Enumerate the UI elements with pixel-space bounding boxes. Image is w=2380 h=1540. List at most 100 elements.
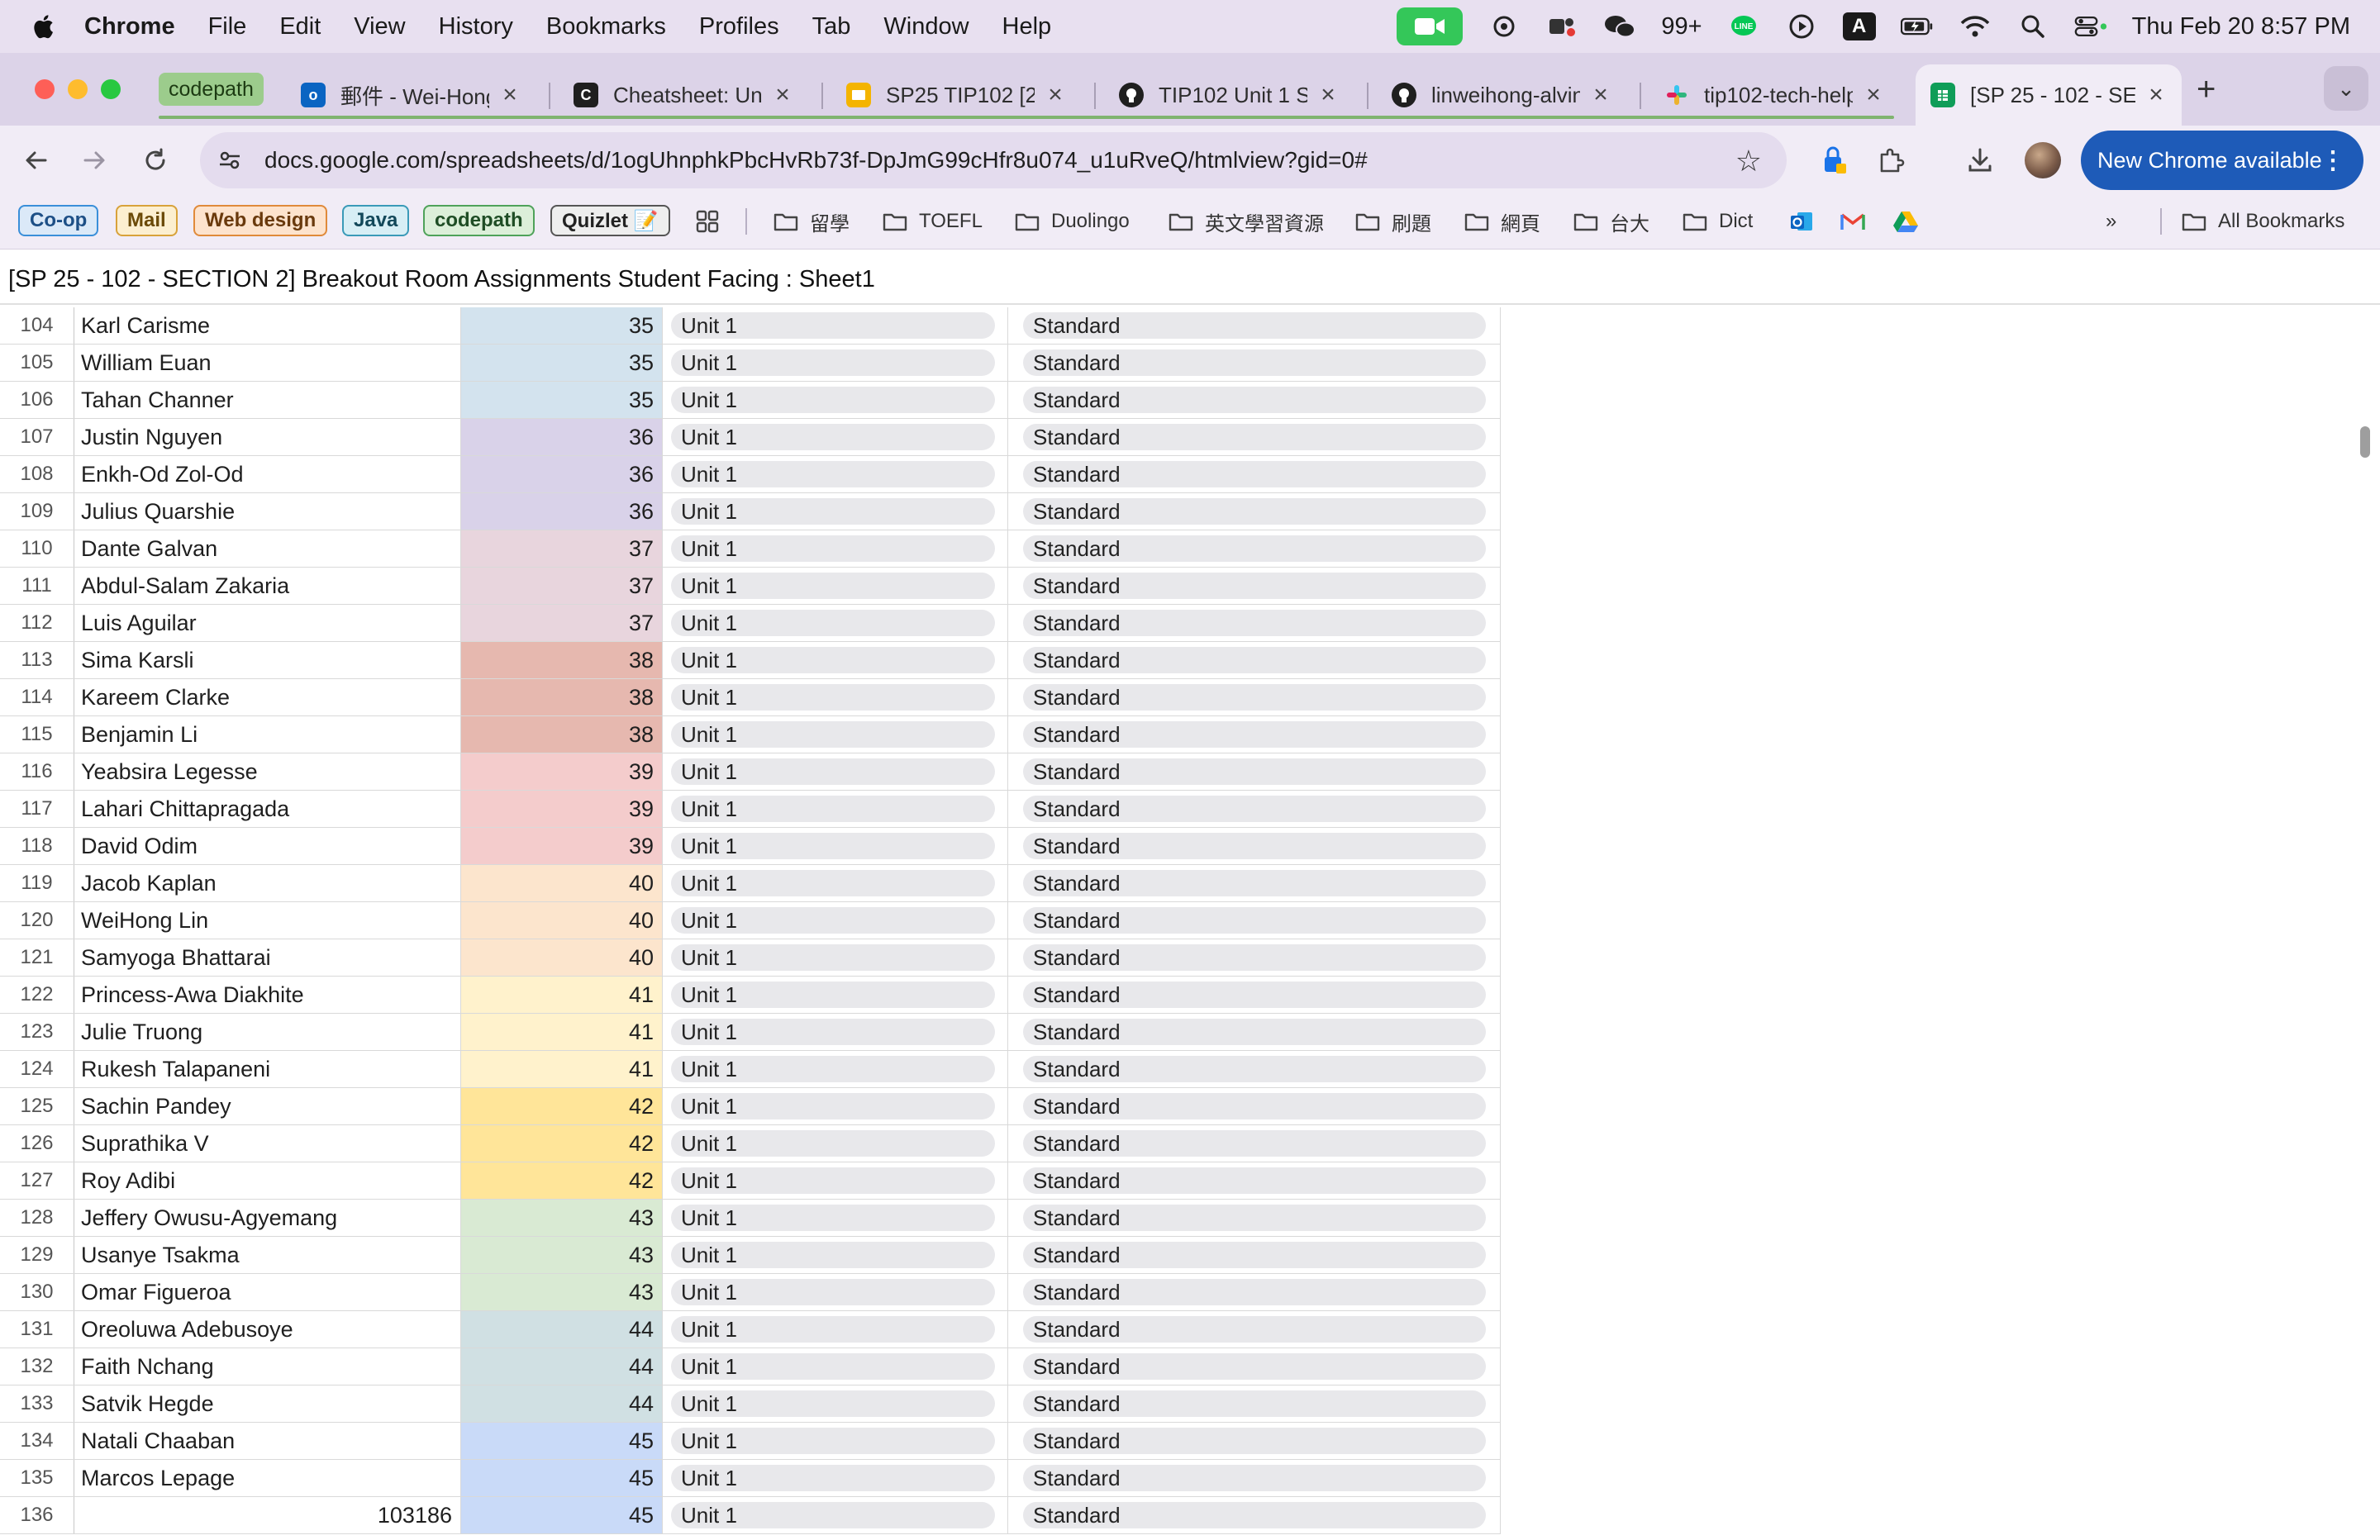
unit-cell[interactable]: Unit 1 xyxy=(663,1348,1008,1385)
unit-cell[interactable]: Unit 1 xyxy=(663,1237,1008,1273)
student-name-cell[interactable]: Sima Karsli xyxy=(74,642,461,678)
unit-cell[interactable]: Unit 1 xyxy=(663,1274,1008,1310)
session-type-chip[interactable]: Standard xyxy=(1023,796,1486,822)
bookmark-codepath[interactable]: codepath xyxy=(423,205,535,236)
unit-cell[interactable]: Unit 1 xyxy=(663,1014,1008,1050)
close-tab-icon[interactable]: × xyxy=(772,81,793,109)
session-type-chip[interactable]: Standard xyxy=(1023,349,1486,376)
unit-cell[interactable]: Unit 1 xyxy=(663,1386,1008,1422)
address-bar[interactable]: docs.google.com/spreadsheets/d/1ogUhnphk… xyxy=(200,132,1787,188)
student-name-cell[interactable]: Princess-Awa Diakhite xyxy=(74,977,461,1013)
session-type-chip[interactable]: Standard xyxy=(1023,944,1486,971)
breakout-room-cell[interactable]: 42 xyxy=(461,1125,663,1162)
unit-cell[interactable]: Unit 1 xyxy=(663,382,1008,418)
session-type-cell[interactable]: Standard xyxy=(1008,1311,1501,1348)
breakout-room-cell[interactable]: 42 xyxy=(461,1088,663,1124)
bookmark-folder-english-resources[interactable]: 英文學習資源 xyxy=(1169,207,1324,236)
session-type-cell[interactable]: Standard xyxy=(1008,419,1501,455)
bookmark-quizlet[interactable]: Quizlet 📝 xyxy=(550,205,670,236)
student-name-cell[interactable]: Omar Figueroa xyxy=(74,1274,461,1310)
unit-cell[interactable]: Unit 1 xyxy=(663,1311,1008,1348)
bookmarks-overflow-icon[interactable]: » xyxy=(2106,207,2116,236)
back-icon[interactable] xyxy=(17,140,56,180)
session-type-chip[interactable]: Standard xyxy=(1023,1279,1486,1305)
session-type-cell[interactable]: Standard xyxy=(1008,1423,1501,1459)
unit-chip[interactable]: Unit 1 xyxy=(671,610,995,636)
unit-chip[interactable]: Unit 1 xyxy=(671,907,995,934)
menu-history[interactable]: History xyxy=(439,13,513,40)
unit-chip[interactable]: Unit 1 xyxy=(671,1167,995,1194)
student-name-cell[interactable]: Natali Chaaban xyxy=(74,1423,461,1459)
unit-chip[interactable]: Unit 1 xyxy=(671,833,995,859)
menu-tab[interactable]: Tab xyxy=(812,13,851,40)
breakout-room-cell[interactable]: 35 xyxy=(461,382,663,418)
extensions-icon[interactable] xyxy=(1873,142,1909,178)
session-type-cell[interactable]: Standard xyxy=(1008,679,1501,715)
session-type-cell[interactable]: Standard xyxy=(1008,1051,1501,1087)
unit-chip[interactable]: Unit 1 xyxy=(671,1502,995,1528)
session-type-cell[interactable]: Standard xyxy=(1008,1162,1501,1199)
breakout-room-cell[interactable]: 44 xyxy=(461,1311,663,1348)
google-drive-icon[interactable] xyxy=(1892,208,1919,235)
unit-chip[interactable]: Unit 1 xyxy=(671,1019,995,1045)
unit-chip[interactable]: Unit 1 xyxy=(671,387,995,413)
unit-chip[interactable]: Unit 1 xyxy=(671,1316,995,1343)
session-type-cell[interactable]: Standard xyxy=(1008,902,1501,939)
unit-cell[interactable]: Unit 1 xyxy=(663,902,1008,939)
session-type-cell[interactable]: Standard xyxy=(1008,1274,1501,1310)
close-tab-icon[interactable]: × xyxy=(1045,81,1066,109)
breakout-room-cell[interactable]: 40 xyxy=(461,865,663,901)
bookmark-folder-leetcode[interactable]: 刷題 xyxy=(1355,207,1431,236)
student-name-cell[interactable]: Dante Galvan xyxy=(74,530,461,567)
breakout-room-cell[interactable]: 38 xyxy=(461,642,663,678)
student-name-cell[interactable]: Julius Quarshie xyxy=(74,493,461,530)
unit-cell[interactable]: Unit 1 xyxy=(663,1088,1008,1124)
profile-avatar[interactable] xyxy=(2025,142,2061,178)
unit-cell[interactable]: Unit 1 xyxy=(663,307,1008,344)
input-source-icon[interactable]: A xyxy=(1842,12,1876,40)
menu-edit[interactable]: Edit xyxy=(279,13,321,40)
unit-chip[interactable]: Unit 1 xyxy=(671,1056,995,1082)
session-type-chip[interactable]: Standard xyxy=(1023,1093,1486,1119)
breakout-room-cell[interactable]: 43 xyxy=(461,1237,663,1273)
session-type-cell[interactable]: Standard xyxy=(1008,828,1501,864)
student-name-cell[interactable]: Yeabsira Legesse xyxy=(74,753,461,790)
unit-chip[interactable]: Unit 1 xyxy=(671,312,995,339)
student-name-cell[interactable]: Justin Nguyen xyxy=(74,419,461,455)
session-type-chip[interactable]: Standard xyxy=(1023,684,1486,711)
session-type-cell[interactable]: Standard xyxy=(1008,307,1501,344)
session-type-cell[interactable]: Standard xyxy=(1008,530,1501,567)
session-type-chip[interactable]: Standard xyxy=(1023,1428,1486,1454)
breakout-room-cell[interactable]: 41 xyxy=(461,977,663,1013)
bookmark-folder-toefl[interactable]: TOEFL xyxy=(883,207,983,236)
unit-chip[interactable]: Unit 1 xyxy=(671,498,995,525)
close-tab-icon[interactable]: × xyxy=(2145,81,2167,109)
bookmark-web-design[interactable]: Web design xyxy=(193,205,328,236)
session-type-cell[interactable]: Standard xyxy=(1008,791,1501,827)
unit-chip[interactable]: Unit 1 xyxy=(671,944,995,971)
tab-search-icon[interactable]: ⌄ xyxy=(2324,66,2368,111)
unit-cell[interactable]: Unit 1 xyxy=(663,493,1008,530)
breakout-room-cell[interactable]: 40 xyxy=(461,939,663,976)
breakout-room-cell[interactable]: 38 xyxy=(461,716,663,753)
session-type-cell[interactable]: Standard xyxy=(1008,1125,1501,1162)
unit-chip[interactable]: Unit 1 xyxy=(671,1390,995,1417)
breakout-room-cell[interactable]: 39 xyxy=(461,791,663,827)
breakout-room-cell[interactable]: 43 xyxy=(461,1274,663,1310)
session-type-chip[interactable]: Standard xyxy=(1023,1316,1486,1343)
bookmark-co-op[interactable]: Co-op xyxy=(18,205,99,236)
unit-chip[interactable]: Unit 1 xyxy=(671,349,995,376)
unit-chip[interactable]: Unit 1 xyxy=(671,573,995,599)
student-name-cell[interactable]: Kareem Clarke xyxy=(74,679,461,715)
breakout-room-cell[interactable]: 37 xyxy=(461,530,663,567)
download-icon[interactable] xyxy=(1962,142,1998,178)
control-center-icon[interactable] xyxy=(2074,12,2107,40)
session-type-chip[interactable]: Standard xyxy=(1023,721,1486,748)
student-name-cell[interactable]: Karl Carisme xyxy=(74,307,461,344)
bookmark-folder-web[interactable]: 網頁 xyxy=(1464,207,1540,236)
unit-chip[interactable]: Unit 1 xyxy=(671,1205,995,1231)
unit-cell[interactable]: Unit 1 xyxy=(663,605,1008,641)
session-type-chip[interactable]: Standard xyxy=(1023,610,1486,636)
session-type-cell[interactable]: Standard xyxy=(1008,753,1501,790)
session-type-chip[interactable]: Standard xyxy=(1023,907,1486,934)
